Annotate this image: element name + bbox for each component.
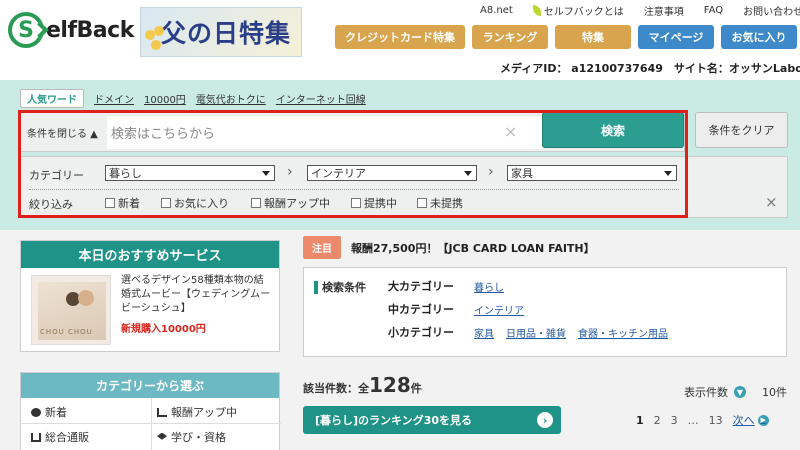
condition-link[interactable]: 家具	[474, 325, 494, 340]
nav-special-button[interactable]: 特集	[555, 25, 631, 49]
recommended-service-title: 本日のおすすめサービス	[21, 241, 279, 268]
clear-conditions-button[interactable]: 条件をクリア	[695, 112, 788, 148]
search-conditions-title-label: 検索条件	[322, 281, 366, 294]
page-link[interactable]: 3	[671, 414, 678, 427]
condition-link[interactable]: 食器・キッチン用品	[578, 325, 668, 340]
logo-text: elfBack	[46, 17, 134, 43]
category-box: カテゴリーから選ぶ 新着 報酬アップ中 総合通販 学び・資格	[20, 372, 281, 450]
category-new[interactable]: 新着	[31, 404, 67, 420]
display-count-value: 10件	[762, 386, 787, 399]
header: S elfBack 父の日特集 A8.net セルフバックとは 注意事項 FAQ…	[0, 0, 800, 80]
leaf-icon	[532, 5, 541, 16]
top-links: A8.net セルフバックとは 注意事項 FAQ お問い合わせ	[480, 3, 800, 18]
speech-bubble-icon	[31, 407, 41, 417]
highlight-frame	[18, 110, 688, 218]
condition-label-small: 小カテゴリー	[388, 326, 454, 339]
popular-word-domain[interactable]: ドメイン	[94, 91, 134, 106]
recommended-service-box: 本日のおすすめサービス CHOU CHOU 選べるデザイン58種類本物の結婚式ム…	[20, 240, 280, 352]
recommended-service-price: 新規購入10000円	[121, 324, 206, 335]
page-link[interactable]: 13	[709, 414, 723, 427]
selfback-logo[interactable]: S elfBack	[8, 8, 134, 52]
category-general-shopping-label: 総合通販	[45, 431, 89, 444]
display-count-select[interactable]: 表示件数 ▼ 10件	[684, 384, 787, 400]
result-count: 該当件数：全128件	[303, 373, 422, 397]
next-page-label: 次へ	[732, 414, 755, 427]
ranking-button-label: [暮らし]のランキング30を見る	[315, 414, 473, 427]
nav-favorites-button[interactable]: お気に入り	[721, 25, 797, 49]
notice-text[interactable]: 報酬27,500円！【JCB CARD LOAN FAITH】	[351, 240, 595, 256]
condition-values-middle: インテリア	[474, 302, 524, 317]
nav-credit-card-button[interactable]: クレジットカード特集	[335, 25, 465, 49]
contact-link[interactable]: お問い合わせ	[743, 3, 800, 18]
notice-bar: 注目 報酬27,500円！【JCB CARD LOAN FAITH】	[303, 236, 595, 259]
popular-words-label: 人気ワード	[20, 89, 84, 108]
person-graphic	[78, 290, 94, 306]
condition-link[interactable]: 暮らし	[474, 279, 504, 294]
about-selfback-label: セルフバックとは	[543, 7, 624, 18]
next-page-link[interactable]: 次へ ▶	[733, 412, 769, 428]
category-learning[interactable]: 学び・資格	[157, 429, 226, 445]
condition-label-large: 大カテゴリー	[388, 280, 454, 293]
divider	[21, 423, 281, 424]
ranking-button[interactable]: [暮らし]のランキング30を見る ›	[303, 406, 561, 434]
popular-words: 人気ワード ドメイン 10000円 電気代おトクに インターネット回線	[20, 89, 366, 108]
result-count-number: 128	[369, 373, 411, 397]
search-conditions-title: 検索条件	[314, 279, 366, 295]
image-caption: CHOU CHOU	[40, 328, 93, 336]
popular-word-internet[interactable]: インターネット回線	[276, 91, 366, 106]
chevron-down-icon: ▼	[734, 386, 746, 398]
flower-icon	[145, 26, 167, 54]
bar-chart-icon	[157, 407, 167, 417]
notes-link[interactable]: 注意事項	[644, 3, 684, 18]
nav-mypage-button[interactable]: マイページ	[638, 25, 714, 49]
logo-mark: S	[8, 12, 44, 48]
category-reward-up[interactable]: 報酬アップ中	[157, 404, 237, 420]
banner-title: 父の日特集	[160, 19, 291, 48]
condition-link[interactable]: インテリア	[474, 302, 524, 317]
notice-tag: 注目	[303, 236, 341, 259]
condition-label-middle: 中カテゴリー	[388, 303, 454, 316]
fathers-day-banner[interactable]: 父の日特集	[140, 7, 302, 57]
chevron-right-icon: ▶	[757, 414, 769, 426]
close-icon[interactable]: ×	[765, 193, 778, 211]
popular-word-electricity[interactable]: 電気代おトクに	[196, 91, 266, 106]
category-general-shopping[interactable]: 総合通販	[31, 429, 89, 445]
category-learning-label: 学び・資格	[171, 431, 226, 444]
faq-link[interactable]: FAQ	[704, 3, 723, 18]
accent-bar	[314, 280, 318, 294]
result-count-prefix: 該当件数：全	[303, 382, 369, 395]
chevron-right-icon: ›	[537, 412, 553, 428]
logo-letter: S	[18, 17, 34, 43]
category-reward-up-label: 報酬アップ中	[171, 406, 237, 419]
main-nav: クレジットカード特集 ランキング 特集 マイページ お気に入り	[335, 25, 797, 49]
recommended-service-description[interactable]: 選べるデザイン58種類本物の結婚式ムービー【ウェディングムービーシュシュ】	[121, 274, 271, 316]
pagination: 1 2 3 … 13 次へ ▶	[636, 412, 769, 428]
condition-values-large: 暮らし	[474, 279, 504, 294]
cart-icon	[31, 432, 41, 442]
a8net-link[interactable]: A8.net	[480, 3, 513, 18]
media-info: メディアID： a12100737649 サイト名：オッサンLabo	[500, 62, 800, 75]
page-current: 1	[636, 413, 644, 427]
condition-values-small: 家具 日用品・雑貨 食器・キッチン用品	[474, 325, 668, 340]
page-link[interactable]: 2	[654, 414, 661, 427]
result-count-suffix: 件	[410, 382, 422, 395]
recommended-service-image[interactable]: CHOU CHOU	[31, 275, 111, 345]
display-count-label: 表示件数	[684, 386, 728, 399]
popular-word-10000[interactable]: 10000円	[144, 91, 186, 106]
about-selfback-link[interactable]: セルフバックとは	[532, 3, 624, 18]
category-box-title: カテゴリーから選ぶ	[21, 373, 279, 398]
nav-ranking-button[interactable]: ランキング	[472, 25, 548, 49]
category-new-label: 新着	[45, 406, 67, 419]
page-ellipsis: …	[687, 413, 699, 427]
search-conditions-panel: 検索条件 大カテゴリー 暮らし 中カテゴリー インテリア 小カテゴリー 家具 日…	[303, 267, 787, 357]
condition-link[interactable]: 日用品・雑貨	[506, 325, 566, 340]
graduation-cap-icon	[157, 432, 167, 440]
divider	[151, 398, 152, 450]
